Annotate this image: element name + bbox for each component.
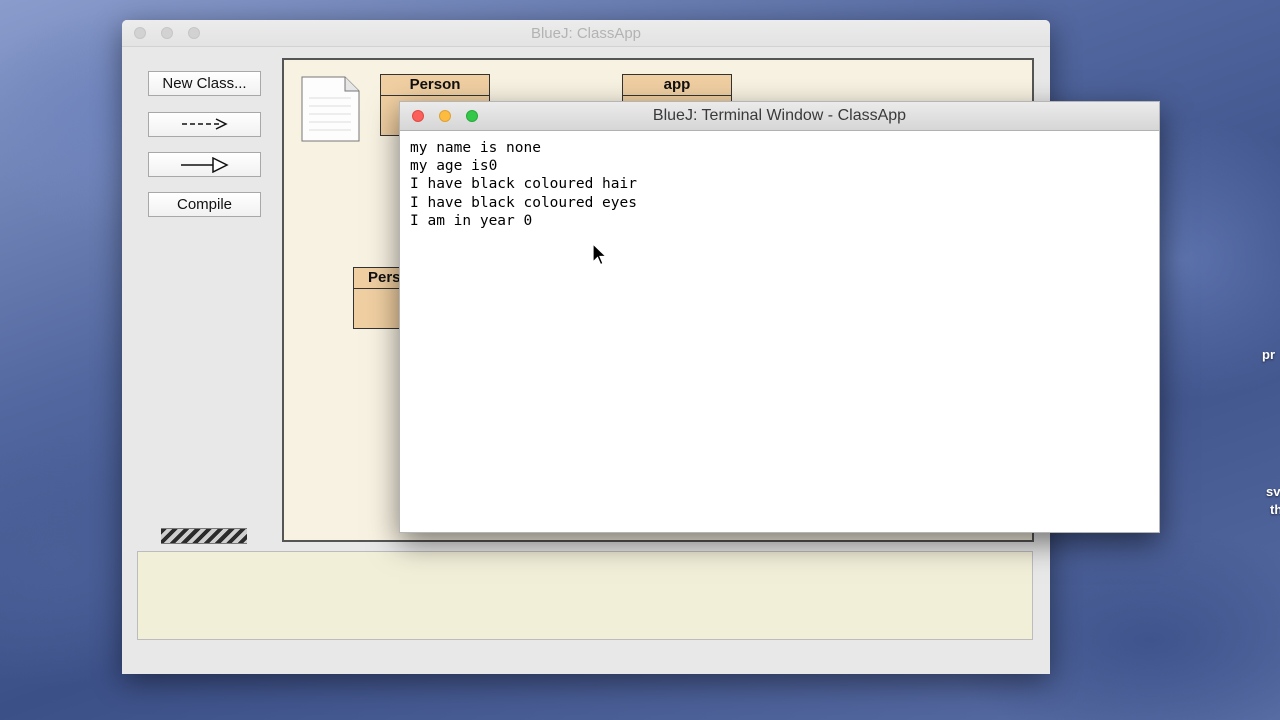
inheritance-arrow-icon (180, 156, 229, 174)
readme-document-icon[interactable] (301, 76, 360, 142)
desktop-text-fragment: pr (1262, 347, 1275, 362)
terminal-line: I have black coloured eyes (410, 194, 637, 211)
compile-button[interactable]: Compile (148, 192, 261, 217)
terminal-title: BlueJ: Terminal Window - ClassApp (652, 107, 907, 124)
terminal-line: I have black coloured hair (410, 176, 637, 193)
mouse-pointer-icon (592, 243, 608, 266)
new-class-button[interactable]: New Class... (148, 71, 261, 96)
class-name: Person (381, 75, 489, 96)
class-name: app (623, 75, 731, 96)
desktop-text-fragment: sv (1266, 484, 1280, 499)
terminal-window: BlueJ: Terminal Window - ClassApp my nam… (399, 101, 1160, 533)
machine-status-indicator (161, 528, 247, 544)
terminal-titlebar[interactable]: BlueJ: Terminal Window - ClassApp (400, 102, 1159, 131)
terminal-line: I am in year 0 (410, 212, 533, 229)
message-area (137, 551, 1033, 640)
terminal-line: my age is0 (410, 158, 498, 175)
dependency-arrow-icon (181, 118, 228, 130)
main-titlebar[interactable]: BlueJ: ClassApp (122, 20, 1050, 47)
desktop-text-fragment: th (1270, 502, 1280, 517)
terminal-output[interactable]: my name is none my age is0 I have black … (400, 131, 1159, 238)
inheritance-arrow-button[interactable] (148, 152, 261, 177)
window-title: BlueJ: ClassApp (530, 25, 642, 42)
terminal-line: my name is none (410, 140, 541, 156)
dependency-arrow-button[interactable] (148, 112, 261, 137)
